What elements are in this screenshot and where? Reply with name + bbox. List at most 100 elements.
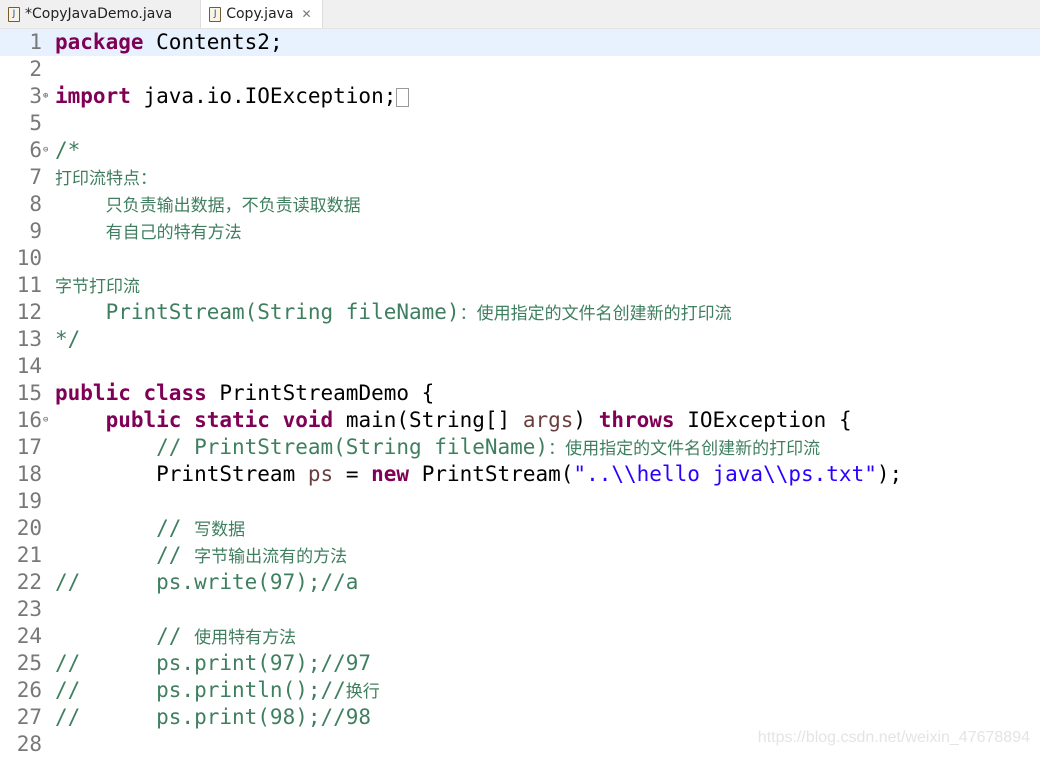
code-token: "..\\hello java\\ps.txt" bbox=[573, 462, 877, 486]
collapse-fold-icon[interactable]: ⊖ bbox=[43, 137, 48, 164]
code-token: static bbox=[194, 408, 270, 432]
code-token: // bbox=[55, 543, 195, 567]
code-line[interactable]: 15 public class PrintStreamDemo { bbox=[0, 380, 1040, 407]
line-number: 24 bbox=[16, 624, 42, 648]
code-line[interactable]: 27 // ps.print(98);//98 bbox=[0, 704, 1040, 731]
code-text: // ps.println();//换行 bbox=[55, 677, 380, 706]
code-line[interactable]: 3 ⊕ import java.io.IOException; bbox=[0, 83, 1040, 110]
code-token: public bbox=[105, 408, 182, 432]
code-line[interactable]: 19 bbox=[0, 488, 1040, 515]
code-token: // ps.println();// bbox=[55, 678, 346, 702]
code-line[interactable]: 2 bbox=[0, 56, 1040, 83]
line-number: 11 bbox=[16, 273, 42, 297]
code-text: // 使用特有方法 bbox=[55, 623, 296, 652]
line-number: 16 bbox=[16, 408, 42, 432]
code-text: 只负责输出数据，不负责读取数据 bbox=[55, 191, 361, 220]
line-number: 17 bbox=[16, 435, 42, 459]
code-line[interactable]: 20 // 写数据 bbox=[0, 515, 1040, 542]
code-line[interactable]: 11 字节打印流 bbox=[0, 272, 1040, 299]
code-token: 使用特有方法 bbox=[194, 628, 297, 648]
code-token: void bbox=[282, 408, 334, 432]
code-line[interactable]: 6 ⊖ /* bbox=[0, 137, 1040, 164]
code-text: */ bbox=[55, 326, 80, 353]
expand-fold-icon[interactable]: ⊕ bbox=[43, 83, 48, 110]
line-number: 2 bbox=[29, 57, 42, 81]
line-number: 1 bbox=[29, 30, 42, 54]
editor-tab-bar: J *CopyJavaDemo.java J Copy.java ✕ bbox=[0, 0, 1040, 29]
line-number: 15 bbox=[16, 381, 42, 405]
line-number: 3 bbox=[29, 84, 42, 108]
code-token: ) bbox=[573, 408, 599, 432]
code-text: package Contents2; bbox=[55, 29, 283, 56]
code-line[interactable]: 9 有自己的特有方法 bbox=[0, 218, 1040, 245]
code-token: 有自己的特有方法 bbox=[105, 223, 242, 243]
code-token: ); bbox=[876, 462, 903, 486]
code-line[interactable]: 1 package Contents2; bbox=[0, 29, 1040, 56]
close-icon[interactable]: ✕ bbox=[302, 7, 312, 21]
code-line[interactable]: 22 // ps.write(97);//a bbox=[0, 569, 1040, 596]
code-line[interactable]: 23 bbox=[0, 596, 1040, 623]
code-line[interactable]: 13 */ bbox=[0, 326, 1040, 353]
code-token: ps bbox=[307, 462, 334, 486]
code-line[interactable]: 10 bbox=[0, 245, 1040, 272]
code-line[interactable]: 12 PrintStream(String fileName)：使用指定的文件名… bbox=[0, 299, 1040, 326]
line-number: 28 bbox=[16, 732, 42, 756]
code-line[interactable]: 18 PrintStream ps = new PrintStream("..\… bbox=[0, 461, 1040, 488]
code-line[interactable]: 5 bbox=[0, 110, 1040, 137]
line-number: 8 bbox=[29, 192, 42, 216]
code-token: // PrintStream(String fileName) bbox=[55, 435, 549, 459]
line-number: 7 bbox=[29, 165, 42, 189]
code-text: // ps.write(97);//a bbox=[55, 569, 358, 596]
code-token: PrintStream(String fileName) bbox=[55, 300, 460, 324]
line-number: 6 bbox=[29, 138, 42, 162]
collapse-fold-icon[interactable]: ⊖ bbox=[43, 407, 48, 434]
line-number: 27 bbox=[16, 705, 42, 729]
code-line[interactable]: 16 ⊖ public static void main(String[] arg… bbox=[0, 407, 1040, 434]
java-file-icon: J bbox=[8, 6, 20, 22]
java-file-icon: J bbox=[209, 6, 222, 22]
code-text: PrintStream ps = new PrintStream("..\\he… bbox=[55, 461, 902, 488]
code-token: ：使用指定的文件名创建新的打印流 bbox=[459, 304, 732, 324]
code-token: 写数据 bbox=[194, 520, 246, 540]
line-number: 26 bbox=[16, 678, 42, 702]
line-number: 23 bbox=[16, 597, 42, 621]
code-token: public bbox=[55, 381, 131, 405]
code-text: // PrintStream(String fileName)：使用指定的文件名… bbox=[55, 434, 820, 463]
code-lines: 1 package Contents2; 2 3 ⊕ import java.io.IOE… bbox=[0, 29, 1040, 758]
watermark: https://blog.csdn.net/weixin_47678894 bbox=[757, 729, 1030, 746]
line-number: 12 bbox=[16, 300, 42, 324]
code-token: Contents2; bbox=[143, 30, 283, 54]
line-number: 14 bbox=[16, 354, 42, 378]
tab-copyjavademo[interactable]: J *CopyJavaDemo.java bbox=[0, 0, 182, 28]
line-number: 19 bbox=[16, 489, 42, 513]
tab-label: Copy.java bbox=[226, 6, 294, 22]
code-text: // 字节输出流有的方法 bbox=[55, 542, 347, 571]
code-line[interactable]: 21 // 字节输出流有的方法 bbox=[0, 542, 1040, 569]
code-line[interactable]: 7 打印流特点： bbox=[0, 164, 1040, 191]
code-line[interactable]: 25 // ps.print(97);//97 bbox=[0, 650, 1040, 677]
code-token: throws bbox=[598, 408, 675, 432]
code-token: // ps.print(98);//98 bbox=[55, 705, 372, 729]
code-token: 字节输出流有的方法 bbox=[194, 547, 348, 567]
code-token: // ps.write(97);//a bbox=[55, 570, 359, 594]
code-token: IOException { bbox=[674, 408, 852, 432]
code-token: /* bbox=[55, 138, 81, 162]
code-editor[interactable]: 1 package Contents2; 2 3 ⊕ import java.io.IOE… bbox=[0, 29, 1040, 758]
code-line[interactable]: 17 // PrintStream(String fileName)：使用指定的… bbox=[0, 434, 1040, 461]
code-line[interactable]: 24 // 使用特有方法 bbox=[0, 623, 1040, 650]
code-token: args bbox=[522, 408, 574, 432]
code-line[interactable]: 14 bbox=[0, 353, 1040, 380]
code-token: new bbox=[371, 462, 410, 486]
code-line[interactable]: 26 // ps.println();//换行 bbox=[0, 677, 1040, 704]
line-number: 20 bbox=[16, 516, 42, 540]
code-text: public static void main(String[] args) t… bbox=[55, 407, 852, 434]
code-line[interactable]: 8 只负责输出数据，不负责读取数据 bbox=[0, 191, 1040, 218]
code-token: 只负责输出数据，不负责读取数据 bbox=[105, 196, 361, 216]
tab-copy-java[interactable]: J Copy.java ✕ bbox=[200, 0, 323, 28]
code-token: // bbox=[55, 516, 195, 540]
folded-imports-icon[interactable] bbox=[396, 87, 410, 107]
